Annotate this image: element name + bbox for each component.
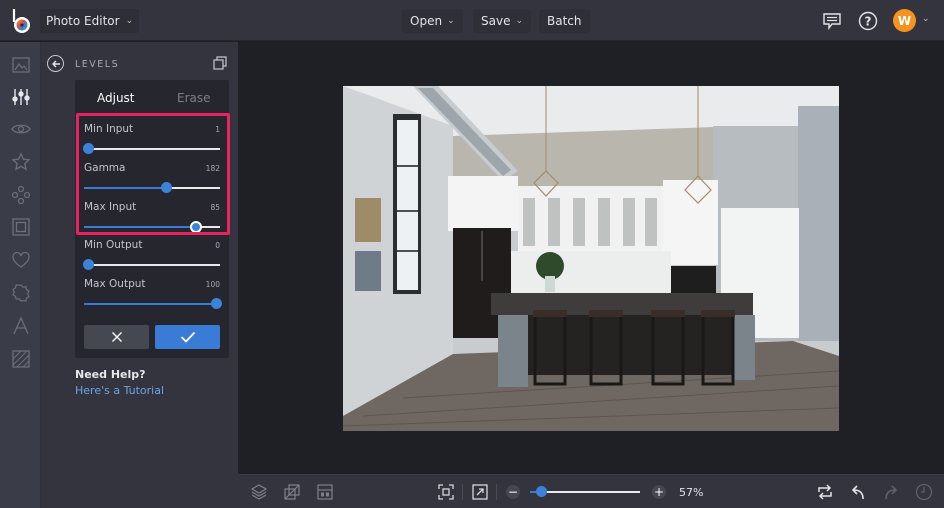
- avatar-initial: W: [897, 13, 912, 28]
- gamma-slider[interactable]: [84, 182, 220, 193]
- chevron-down-icon: ⌄: [515, 16, 524, 26]
- image-icon[interactable]: [11, 55, 31, 75]
- slider-thumb[interactable]: [160, 182, 172, 193]
- max-input-slider[interactable]: [84, 221, 220, 233]
- max-input-value: 85: [210, 203, 220, 212]
- compare-icon[interactable]: [283, 483, 301, 501]
- batch-button[interactable]: Batch: [539, 9, 590, 33]
- chevron-down-icon[interactable]: ⌄: [922, 14, 930, 24]
- layout-icon[interactable]: [316, 483, 334, 501]
- plus-icon: +: [653, 485, 665, 499]
- divider: [496, 484, 497, 500]
- slider-thumb[interactable]: [83, 143, 95, 154]
- slider-thumb[interactable]: [83, 259, 95, 270]
- slider-fill: [84, 187, 166, 189]
- apply-button[interactable]: [155, 325, 220, 349]
- levels-panel: LEVELS Adjust Erase Min Input 1 Gamma 18…: [41, 42, 238, 508]
- badge-icon[interactable]: [11, 283, 31, 303]
- frame-icon[interactable]: [11, 217, 31, 237]
- min-output-slider[interactable]: [83, 259, 220, 270]
- zoom-out-button[interactable]: −: [506, 485, 520, 499]
- back-button[interactable]: [47, 55, 64, 72]
- divider: [462, 484, 463, 500]
- save-menu[interactable]: Save ⌄: [473, 9, 532, 33]
- help-icon: ?: [858, 11, 878, 31]
- svg-text:?: ?: [865, 15, 872, 29]
- top-bar: Photo Editor ⌄ Open ⌄ Save ⌄ Batch ? W ⌄: [0, 0, 944, 41]
- chevron-down-icon: ⌄: [447, 16, 455, 26]
- app-name: Photo Editor: [46, 14, 120, 28]
- min-input-slider[interactable]: [83, 143, 220, 154]
- tool-rail: [0, 42, 41, 508]
- save-label: Save: [481, 14, 511, 28]
- user-avatar[interactable]: W: [893, 9, 916, 32]
- help-button[interactable]: ?: [856, 9, 880, 33]
- check-icon: [180, 331, 195, 343]
- max-output-label: Max Output: [84, 278, 146, 290]
- fit-to-screen-icon[interactable]: [437, 483, 455, 501]
- chevron-down-icon: ⌄: [125, 16, 134, 26]
- canvas-area: [238, 42, 944, 474]
- layers-icon[interactable]: [250, 483, 268, 501]
- undo-icon[interactable]: [849, 483, 867, 501]
- bottom-toolbar: − + 57%: [238, 474, 944, 508]
- max-output-slider[interactable]: [84, 298, 222, 309]
- batch-label: Batch: [547, 14, 582, 28]
- slider-fill: [84, 226, 196, 228]
- heart-icon[interactable]: [11, 250, 31, 270]
- history-icon[interactable]: [915, 483, 933, 501]
- min-input-value: 1: [215, 125, 220, 134]
- tab-adjust[interactable]: Adjust: [97, 91, 135, 105]
- gamma-label: Gamma: [84, 162, 126, 174]
- zoom-slider-thumb[interactable]: [536, 486, 547, 497]
- max-output-value: 100: [205, 280, 220, 289]
- levels-card: Adjust Erase Min Input 1 Gamma 182 Max I…: [75, 80, 230, 358]
- star-icon[interactable]: [11, 152, 31, 172]
- max-input-label: Max Input: [84, 201, 137, 213]
- zoom-slider[interactable]: [530, 486, 640, 497]
- photo-kitchen[interactable]: [343, 86, 839, 431]
- tab-erase[interactable]: Erase: [177, 91, 211, 105]
- eye-icon[interactable]: [11, 119, 31, 139]
- text-icon[interactable]: [11, 316, 31, 336]
- adjust-sliders-icon[interactable]: [11, 87, 31, 107]
- open-menu[interactable]: Open ⌄: [402, 9, 463, 33]
- texture-icon[interactable]: [11, 349, 31, 369]
- zoom-in-button[interactable]: +: [652, 485, 666, 499]
- slider-thumb[interactable]: [210, 298, 222, 309]
- gamma-value: 182: [205, 164, 220, 173]
- min-output-value: 0: [215, 241, 220, 250]
- feedback-icon: [823, 13, 841, 30]
- feedback-button[interactable]: [820, 9, 844, 33]
- slider-fill: [84, 303, 216, 305]
- redo-icon[interactable]: [882, 483, 900, 501]
- help-title: Need Help?: [75, 368, 146, 381]
- zoom-level: 57%: [679, 486, 704, 499]
- open-label: Open: [410, 14, 443, 28]
- graphics-icon[interactable]: [11, 185, 31, 205]
- actual-size-icon[interactable]: [471, 483, 489, 501]
- app-switcher-menu[interactable]: Photo Editor ⌄: [40, 9, 140, 33]
- minus-icon: −: [507, 485, 519, 499]
- tutorial-link[interactable]: Here's a Tutorial: [75, 384, 164, 397]
- cancel-button[interactable]: [84, 325, 149, 349]
- arrow-left-icon: [51, 60, 60, 67]
- app-logo[interactable]: [11, 8, 33, 34]
- copy-icon[interactable]: [213, 56, 227, 70]
- min-input-label: Min Input: [84, 123, 134, 135]
- panel-title: LEVELS: [75, 59, 120, 70]
- min-output-label: Min Output: [84, 239, 143, 251]
- slider-thumb[interactable]: [189, 221, 202, 233]
- close-icon: [111, 332, 122, 342]
- swap-icon[interactable]: [816, 483, 834, 501]
